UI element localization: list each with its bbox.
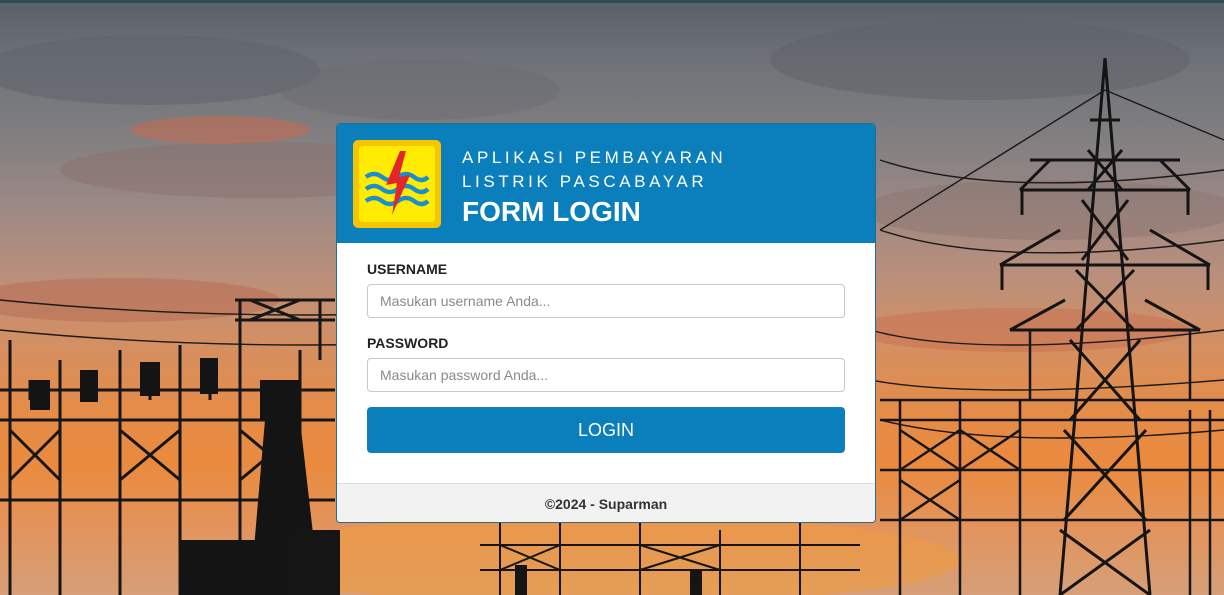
login-page: APLIKASI PEMBAYARAN LISTRIK PASCABAYAR F…	[0, 0, 1224, 595]
pln-logo-icon	[353, 140, 441, 228]
form-title: FORM LOGIN	[462, 196, 641, 227]
card-footer: ©2024 - Suparman	[337, 483, 875, 522]
password-label: PASSWORD	[367, 335, 449, 351]
app-title-line1: APLIKASI PEMBAYARAN	[462, 148, 727, 167]
app-title-line2: LISTRIK PASCABAYAR	[462, 172, 708, 191]
username-input[interactable]	[367, 284, 845, 318]
copyright-text: ©2024 - Suparman	[544, 496, 668, 512]
username-label: USERNAME	[367, 261, 448, 277]
card-header: APLIKASI PEMBAYARAN LISTRIK PASCABAYAR F…	[337, 124, 875, 243]
app-title: APLIKASI PEMBAYARAN LISTRIK PASCABAYAR	[462, 146, 726, 194]
password-input[interactable]	[367, 358, 845, 392]
login-button[interactable]: LOGIN	[367, 407, 845, 453]
login-card: APLIKASI PEMBAYARAN LISTRIK PASCABAYAR F…	[336, 123, 876, 523]
